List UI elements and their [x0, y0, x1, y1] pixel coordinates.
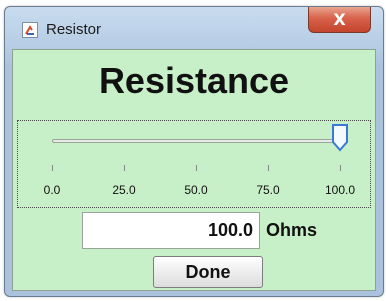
done-button[interactable]: Done — [153, 256, 263, 288]
resistance-value-field[interactable]: 100.0 — [82, 212, 260, 249]
resistance-slider[interactable]: 0.0 25.0 50.0 75.0 100.0 — [17, 120, 371, 208]
slider-tick — [267, 165, 269, 171]
slider-tick — [123, 165, 125, 171]
resistor-window: Resistor X Resistance 0.0 25.0 50.0 75.0 100… — [4, 6, 384, 297]
slider-thumb[interactable] — [331, 123, 349, 153]
close-icon: X — [333, 10, 346, 29]
title-bar[interactable]: Resistor X — [5, 7, 383, 47]
slider-tick-label: 25.0 — [112, 183, 136, 197]
close-button[interactable]: X — [308, 7, 371, 33]
dialog-content: Resistance 0.0 25.0 50.0 75.0 100.0 100.0 Oh… — [12, 49, 376, 291]
window-title: Resistor — [46, 21, 102, 38]
slider-tick-label: 50.0 — [184, 183, 208, 197]
slider-track[interactable] — [52, 139, 340, 143]
slider-tick-label: 75.0 — [256, 183, 280, 197]
resistance-heading: Resistance — [98, 60, 290, 101]
slider-tick-label: 100.0 — [324, 183, 356, 197]
app-icon — [22, 22, 38, 38]
slider-tick — [339, 165, 341, 171]
slider-tick-label: 0.0 — [43, 183, 61, 197]
slider-tick — [51, 165, 53, 171]
units-label: Ohms — [266, 220, 318, 240]
slider-tick — [195, 165, 197, 171]
